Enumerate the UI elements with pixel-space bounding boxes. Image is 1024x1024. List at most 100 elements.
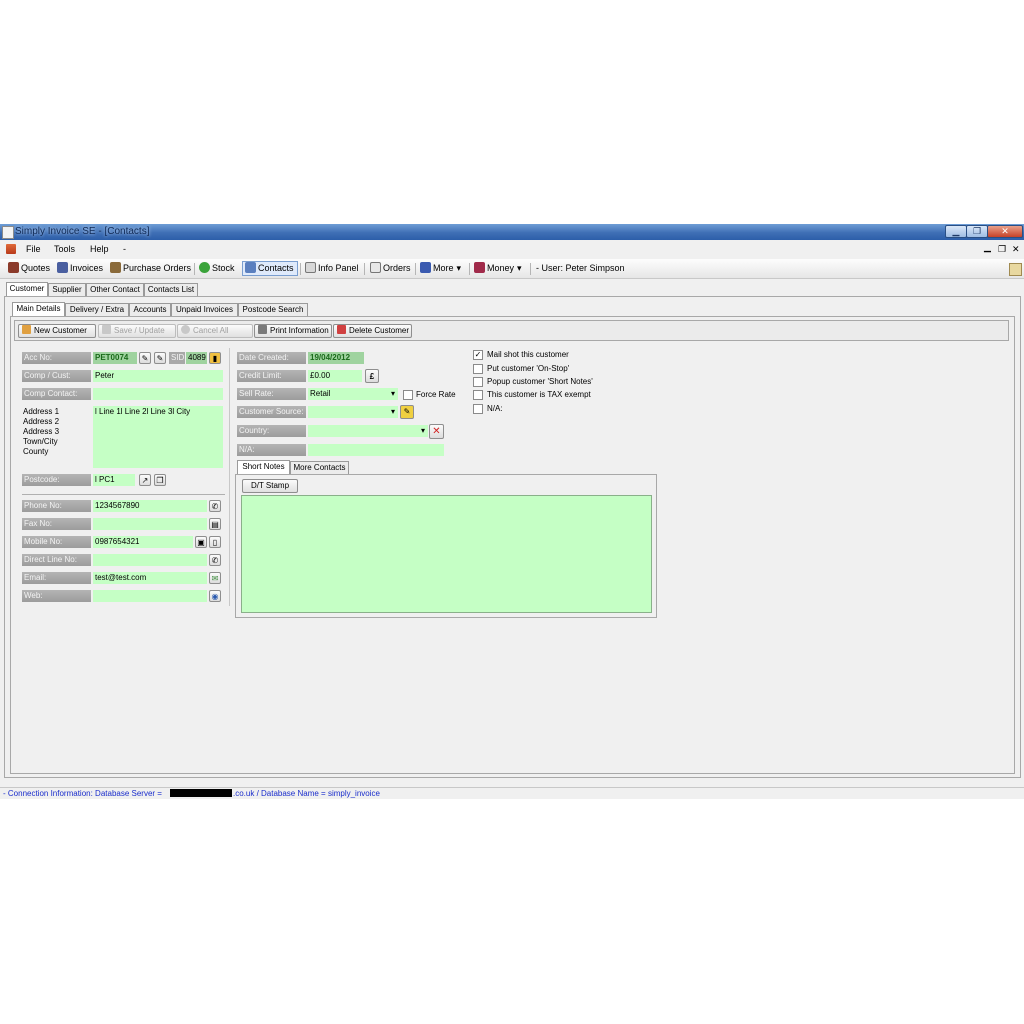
toolbar-purchase-orders[interactable]: Purchase Orders bbox=[110, 262, 191, 275]
save-update-button[interactable]: Save / Update bbox=[98, 324, 176, 338]
toolbar-purchase-orders-label: Purchase Orders bbox=[123, 263, 192, 273]
mobile-label: Mobile No: bbox=[22, 536, 91, 548]
tab-postcode-search[interactable]: Postcode Search bbox=[238, 303, 308, 316]
tab-more-contacts[interactable]: More Contacts bbox=[290, 461, 349, 474]
pencil-icon[interactable]: ✎ bbox=[400, 405, 414, 419]
na-field[interactable] bbox=[308, 444, 444, 456]
toolbar-contacts[interactable]: Contacts bbox=[242, 261, 298, 276]
phone-icon[interactable]: ✆ bbox=[209, 500, 221, 512]
na-label: N/A: bbox=[237, 444, 306, 456]
comp-contact-field[interactable] bbox=[93, 388, 223, 400]
postcode-lookup-icon[interactable]: ↗ bbox=[139, 474, 151, 486]
edit-acc-icon[interactable]: ✎ bbox=[139, 352, 151, 364]
toolbar-orders[interactable]: Orders bbox=[370, 262, 411, 275]
web-label: Web: bbox=[22, 590, 91, 602]
acc-no-field[interactable]: PET0074 bbox=[93, 352, 137, 364]
mdi-close-button[interactable]: ✕ bbox=[1012, 244, 1020, 255]
app-window: Simply Invoice SE - [Contacts] ▁ ❐ ✕ Fil… bbox=[0, 224, 1024, 799]
close-button[interactable]: ✕ bbox=[987, 225, 1023, 238]
mobile-icon[interactable]: ▯ bbox=[209, 536, 221, 548]
email-icon[interactable]: ✉ bbox=[209, 572, 221, 584]
address-2-label: Address 2 bbox=[23, 417, 60, 426]
comp-cust-field[interactable]: Peter bbox=[93, 370, 223, 382]
postcode-label: Postcode: bbox=[22, 474, 91, 486]
toolbar-money[interactable]: Money ▾ bbox=[474, 262, 522, 275]
maximize-button[interactable]: ❐ bbox=[966, 225, 988, 238]
tab-accounts[interactable]: Accounts bbox=[129, 303, 171, 316]
mdi-minimize-button[interactable]: ▁ bbox=[984, 242, 991, 253]
lock-icon[interactable]: ▮ bbox=[209, 352, 221, 364]
toolbar-info-panel[interactable]: Info Panel bbox=[305, 262, 359, 275]
country-select[interactable]: ▾ bbox=[308, 425, 428, 437]
print-information-button[interactable]: Print Information bbox=[254, 324, 332, 338]
save-update-label: Save / Update bbox=[114, 326, 165, 335]
chevron-down-icon: ▾ bbox=[390, 389, 395, 398]
customer-source-select[interactable]: ▾ bbox=[308, 406, 398, 418]
direct-line-field[interactable] bbox=[93, 554, 207, 566]
phone-field[interactable]: 1234567890 bbox=[93, 500, 207, 512]
tab-main-details[interactable]: Main Details bbox=[12, 302, 65, 316]
menu-file[interactable]: File bbox=[26, 244, 41, 254]
fax-field[interactable] bbox=[93, 518, 207, 530]
column-divider bbox=[229, 348, 230, 606]
email-field[interactable]: test@test.com bbox=[93, 572, 207, 584]
web-field[interactable] bbox=[93, 590, 207, 602]
delete-customer-button[interactable]: Delete Customer bbox=[333, 324, 412, 338]
tab-short-notes[interactable]: Short Notes bbox=[237, 460, 290, 474]
toolbar-orders-label: Orders bbox=[383, 263, 411, 273]
tab-other-contact[interactable]: Other Contact bbox=[86, 283, 144, 296]
tax-exempt-checkbox[interactable] bbox=[473, 390, 483, 400]
new-customer-button[interactable]: New Customer bbox=[18, 324, 96, 338]
toolbar-stock[interactable]: Stock bbox=[199, 262, 235, 275]
sell-rate-select[interactable]: Retail ▾ bbox=[308, 388, 398, 400]
tab-customer[interactable]: Customer bbox=[6, 282, 48, 296]
toolbar-invoices[interactable]: Invoices bbox=[57, 262, 103, 275]
mail-shot-checkbox[interactable]: ✓ bbox=[473, 350, 483, 360]
toolbar-quotes[interactable]: Quotes bbox=[8, 262, 50, 275]
currency-button[interactable]: £ bbox=[365, 369, 379, 383]
tab-unpaid-invoices[interactable]: Unpaid Invoices bbox=[171, 303, 238, 316]
postcode-field[interactable]: l PC1 bbox=[93, 474, 135, 486]
menu-help[interactable]: Help bbox=[90, 244, 109, 254]
phone-icon[interactable]: ✆ bbox=[209, 554, 221, 566]
document-icon[interactable] bbox=[6, 244, 16, 254]
date-created-field[interactable]: 19/04/2012 bbox=[308, 352, 364, 364]
edit-acc-alt-icon[interactable]: ✎ bbox=[154, 352, 166, 364]
chevron-down-icon: ▾ bbox=[420, 426, 425, 435]
force-rate-checkbox[interactable] bbox=[403, 390, 413, 400]
print-information-label: Print Information bbox=[270, 326, 329, 335]
dt-stamp-button[interactable]: D/T Stamp bbox=[242, 479, 298, 493]
na-checkbox[interactable] bbox=[473, 404, 483, 414]
credit-limit-field[interactable]: £0.00 bbox=[308, 370, 362, 382]
toolbar-more[interactable]: More ▾ bbox=[420, 262, 461, 275]
minimize-button[interactable]: ▁ bbox=[945, 225, 967, 238]
current-user-label: - User: Peter Simpson bbox=[536, 263, 625, 273]
on-stop-checkbox[interactable] bbox=[473, 364, 483, 374]
sms-icon[interactable]: ▣ bbox=[195, 536, 207, 548]
address-field[interactable]: l Line 1l Line 2l Line 3l City bbox=[93, 406, 223, 468]
clear-icon[interactable]: ✕ bbox=[429, 424, 444, 439]
toolbar-money-label: Money bbox=[487, 263, 515, 273]
globe-icon[interactable]: ◉ bbox=[209, 590, 221, 602]
mdi-restore-button[interactable]: ❐ bbox=[998, 244, 1006, 255]
redacted-server: ██████████ bbox=[170, 789, 232, 797]
popup-notes-checkbox[interactable] bbox=[473, 377, 483, 387]
short-notes-textarea[interactable] bbox=[241, 495, 652, 613]
toolbar-separator bbox=[469, 263, 470, 275]
copy-icon[interactable]: ❐ bbox=[154, 474, 166, 486]
menu-tools[interactable]: Tools bbox=[54, 244, 75, 254]
sid-field[interactable]: 4089 bbox=[186, 352, 207, 364]
toolbar-more-label: More bbox=[433, 263, 454, 273]
tab-contacts-list[interactable]: Contacts List bbox=[144, 283, 198, 296]
tab-delivery-extra[interactable]: Delivery / Extra bbox=[65, 303, 129, 316]
on-stop-label: Put customer 'On-Stop' bbox=[487, 364, 570, 373]
mobile-field[interactable]: 0987654321 bbox=[93, 536, 193, 548]
printer-icon bbox=[258, 325, 267, 334]
fax-icon[interactable]: ▤ bbox=[209, 518, 221, 530]
more-icon bbox=[420, 262, 431, 273]
options-icon[interactable] bbox=[1009, 263, 1022, 276]
toolbar-separator bbox=[300, 263, 301, 275]
cancel-all-button[interactable]: Cancel All bbox=[177, 324, 253, 338]
purchase-orders-icon bbox=[110, 262, 121, 273]
tab-supplier[interactable]: Supplier bbox=[48, 283, 86, 296]
